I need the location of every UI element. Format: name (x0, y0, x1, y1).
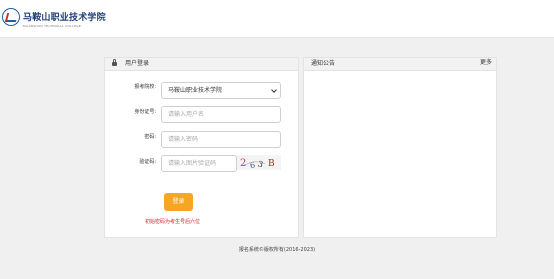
captcha-image[interactable]: 2 6 3 B (237, 155, 281, 170)
logo-chinese-name: 马鞍山职业技术学院 (23, 13, 106, 23)
logo-emblem-icon (2, 8, 20, 26)
captcha-char: B (268, 159, 275, 169)
id-number-label: 身份证号: (134, 109, 156, 115)
school-select[interactable]: 马鞍山职业技术学院 (161, 82, 281, 99)
login-button[interactable]: 登录 (164, 193, 193, 211)
notice-panel: 通知公告 更多 (303, 57, 497, 238)
captcha-char: 3 (257, 159, 264, 169)
password-label: 密码: (144, 134, 156, 140)
logo-english-name: MAANSHAN TECHNICAL COLLEGE (23, 24, 82, 28)
footer-copyright: 报名系统©版权所有(2016-2023) (238, 247, 316, 253)
login-panel: 用户登录 报考院校: 马鞍山职业技术学院 身份证号: 密码: 验证码: 2 6 … (104, 57, 299, 238)
login-title: 用户登录 (125, 60, 150, 67)
lock-icon (112, 59, 117, 66)
more-link[interactable]: 更多 (480, 57, 492, 69)
top-header: 马鞍山职业技术学院 MAANSHAN TECHNICAL COLLEGE (0, 0, 554, 38)
school-label: 报考院校: (134, 84, 156, 90)
notice-title: 通知公告 (311, 60, 336, 67)
college-logo[interactable]: 马鞍山职业技术学院 MAANSHAN TECHNICAL COLLEGE (2, 7, 106, 35)
password-input[interactable] (161, 131, 281, 148)
chevron-down-icon (271, 87, 277, 93)
password-hint: 初始密码为考生号后六位 (145, 219, 201, 225)
login-panel-header: 用户登录 (105, 58, 298, 71)
notice-panel-header: 通知公告 更多 (304, 58, 496, 71)
school-select-value: 马鞍山职业技术学院 (168, 87, 223, 94)
captcha-input[interactable] (161, 155, 237, 172)
captcha-label: 验证码: (139, 159, 156, 165)
captcha-char: 2 (240, 158, 246, 169)
id-number-input[interactable] (161, 106, 281, 123)
